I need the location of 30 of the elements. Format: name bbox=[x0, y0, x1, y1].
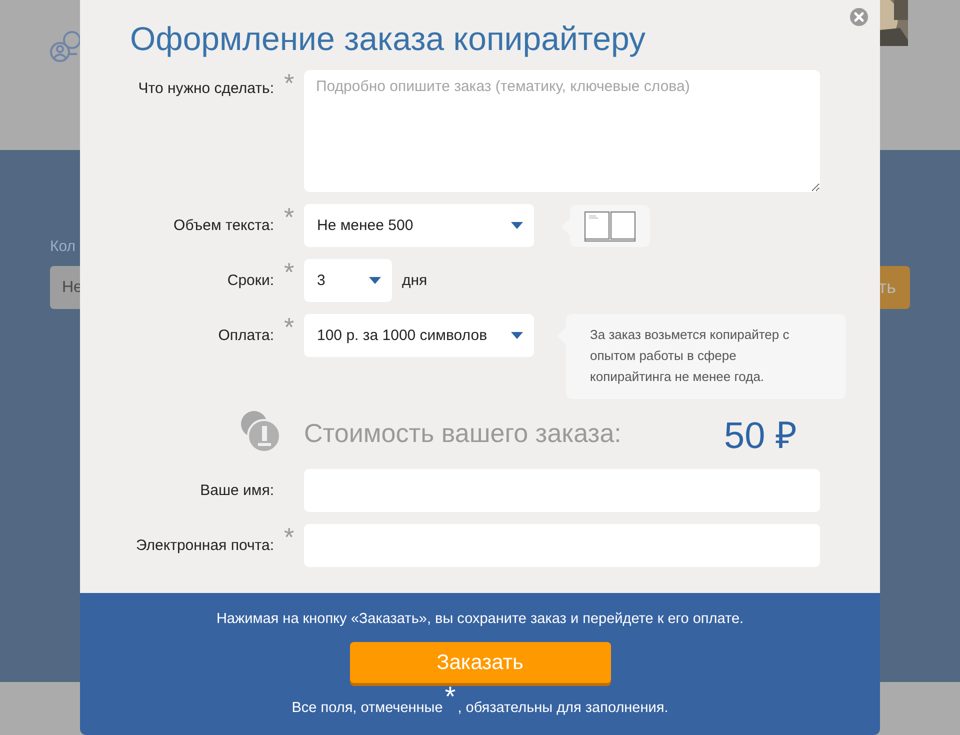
book-icon bbox=[584, 210, 636, 242]
required-mark-icon: * bbox=[284, 70, 294, 96]
field-label: Ваше имя: bbox=[199, 482, 274, 499]
cost-label: Стоимость вашего заказа: bbox=[304, 418, 622, 448]
caret-icon bbox=[369, 277, 381, 284]
required-mark-icon: * bbox=[284, 259, 294, 285]
close-icon[interactable] bbox=[850, 8, 868, 26]
footer-note: Нажимая на кнопку «Заказать», вы сохраните заказ и перейдете к его оплате. bbox=[216, 611, 744, 627]
required-mark-icon: * bbox=[444, 687, 456, 707]
required-mark-icon: * bbox=[284, 204, 294, 230]
field-label: Сроки: bbox=[226, 272, 274, 289]
dropdown[interactable]: Не менее 500 bbox=[304, 204, 534, 247]
required-mark-icon: * bbox=[284, 524, 294, 550]
cost-value: 50 ₽ bbox=[724, 414, 798, 458]
unit-label: дня bbox=[402, 272, 428, 289]
hint-text: За заказ возьмется копирайтер с опытом работы в сфере копирайтинга не менее года. bbox=[590, 327, 790, 384]
required-mark-icon: * bbox=[284, 314, 294, 340]
field-label: Оплата: bbox=[217, 326, 274, 346]
dialog-title: Оформление заказа копирайтеру bbox=[130, 19, 646, 59]
order-description-field[interactable]: Подробно опишите заказ (тематику, ключевые слова) bbox=[304, 70, 820, 192]
dropdown[interactable]: 3 bbox=[304, 259, 392, 302]
required-note: Все поля, отмеченные bbox=[292, 700, 443, 716]
field-label: Что нужно сделать: bbox=[137, 79, 274, 97]
dropdown[interactable]: 100 р. за 1000 символов bbox=[304, 314, 534, 357]
field-label: Кол bbox=[50, 238, 76, 255]
required-note: , обязательны для заполнения. bbox=[458, 700, 668, 716]
field-label: Электронная почта: bbox=[134, 537, 274, 554]
caret-icon bbox=[511, 332, 523, 339]
field-label: Объем текста: bbox=[172, 217, 274, 234]
caret-icon bbox=[511, 222, 523, 229]
